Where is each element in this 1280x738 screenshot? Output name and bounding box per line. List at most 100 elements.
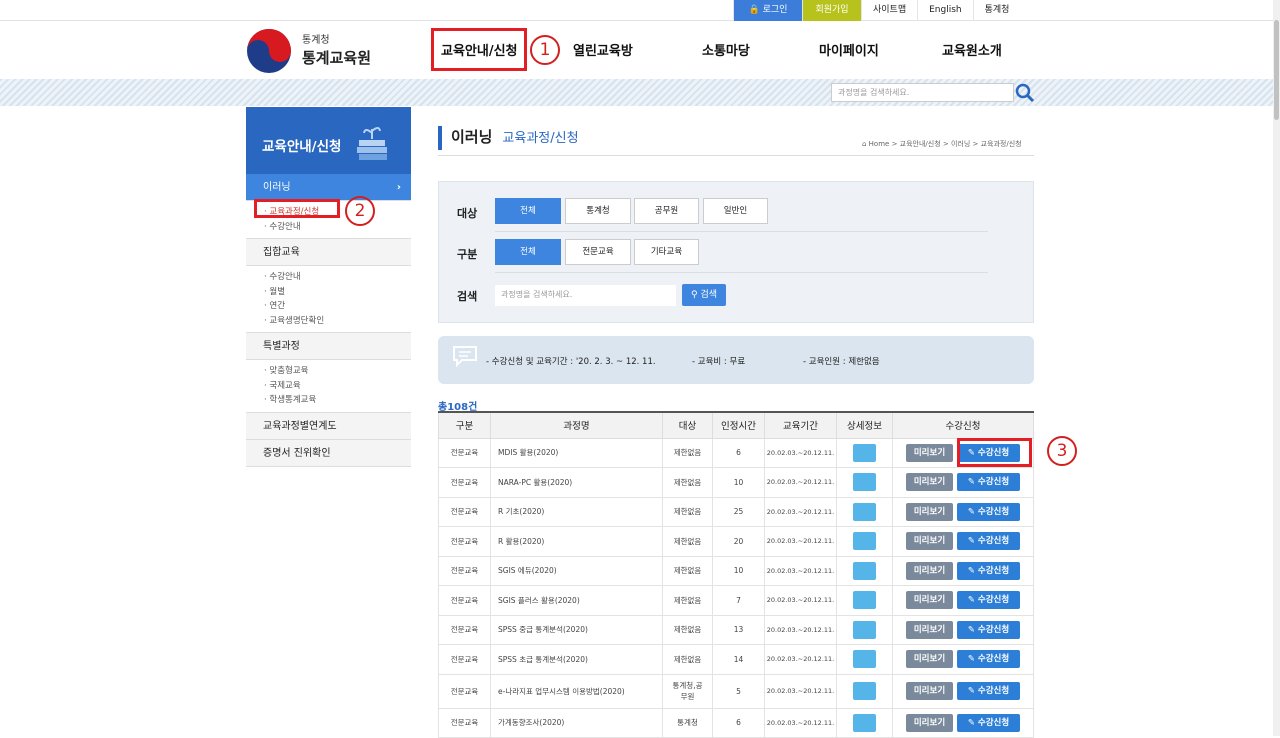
apply-button[interactable]: ✎ 수강신청 xyxy=(957,713,1020,732)
type-other-button[interactable]: 기타교육 xyxy=(634,239,699,265)
cell-period: 20.02.03.~20.12.11. xyxy=(764,555,837,586)
cell-actions: 미리보기 ✎ 수강신청 xyxy=(892,526,1034,557)
preview-button[interactable]: 미리보기 xyxy=(906,473,953,492)
login-link[interactable]: 🔒 로그인 xyxy=(733,0,802,21)
side-sub-item[interactable]: · 학생통계교육 xyxy=(264,393,411,408)
side-sub-item[interactable]: · 월별 xyxy=(264,285,411,300)
side-sub-item[interactable]: · 국제교육 xyxy=(264,379,411,394)
side-item-elearning[interactable]: 이러닝 › xyxy=(246,174,411,201)
highlight-box-apply xyxy=(957,438,1032,467)
preview-button[interactable]: 미리보기 xyxy=(906,561,953,580)
side-sub-item[interactable]: · 교육생명단확인 xyxy=(264,314,411,329)
target-official-button[interactable]: 공무원 xyxy=(634,198,699,224)
divider xyxy=(495,272,988,273)
list-detail-icon[interactable] xyxy=(853,502,876,521)
cell-period: 20.02.03.~20.12.11. xyxy=(764,496,837,527)
gnb-item-4[interactable]: 마이페이지 xyxy=(819,40,879,60)
type-all-button[interactable]: 전체 xyxy=(495,239,561,265)
scrollbar-thumb[interactable] xyxy=(1274,20,1279,120)
list-detail-icon[interactable] xyxy=(853,473,876,492)
cell-course-name[interactable]: e-나라지표 업무시스템 이용방법(2020) xyxy=(490,673,663,709)
cell-course-name[interactable]: 가계동향조사(2020) xyxy=(490,707,663,738)
stat-link[interactable]: 통계청 xyxy=(972,0,1021,21)
type-expert-button[interactable]: 전문교육 xyxy=(565,239,631,265)
top-search-input[interactable]: 과정명을 검색하세요. xyxy=(831,83,1014,102)
preview-button[interactable]: 미리보기 xyxy=(906,682,953,700)
table-row: 전문교육 SPSS 초급 통계분석(2020) 제한없음 14 20.02.03.~20… xyxy=(438,644,1034,675)
site-logo[interactable]: 통계청 통계교육원 xyxy=(246,28,371,74)
apply-button[interactable]: ✎ 수강신청 xyxy=(957,650,1020,669)
target-label: 대상 xyxy=(457,207,478,220)
cell-target: 제한없음 xyxy=(662,555,713,586)
cell-period: 20.02.03.~20.12.11. xyxy=(764,614,837,645)
preview-button[interactable]: 미리보기 xyxy=(906,620,953,639)
preview-button[interactable]: 미리보기 xyxy=(906,532,953,551)
sitemap-link[interactable]: 사이트맵 xyxy=(861,0,917,21)
cell-course-name[interactable]: NARA-PC 활용(2020) xyxy=(490,467,663,498)
english-link[interactable]: English xyxy=(917,0,973,21)
target-all-button[interactable]: 전체 xyxy=(495,198,561,224)
side-sub-guide[interactable]: · 수강안내 xyxy=(264,220,411,235)
preview-button[interactable]: 미리보기 xyxy=(906,591,953,610)
cell-detail xyxy=(836,555,893,586)
list-detail-icon[interactable] xyxy=(853,532,876,551)
table-row: 전문교육 가계동향조사(2020) 통계청 6 20.02.03.~20.12.11. 미… xyxy=(438,707,1034,738)
cell-hours: 20 xyxy=(712,526,765,557)
apply-button[interactable]: ✎ 수강신청 xyxy=(957,620,1020,639)
course-search-button[interactable]: ⚲ 검색 xyxy=(682,284,726,306)
highlight-box-gnb xyxy=(431,28,527,71)
cell-course-name[interactable]: SPSS 초급 통계분석(2020) xyxy=(490,644,663,675)
col-header: 교육기간 xyxy=(764,411,837,439)
marker-two: 2 xyxy=(345,196,375,226)
join-link[interactable]: 회원가입 xyxy=(802,0,861,21)
scrollbar[interactable] xyxy=(1273,0,1280,736)
target-stat-button[interactable]: 통계청 xyxy=(565,198,631,224)
cell-course-name[interactable]: R 기초(2020) xyxy=(490,496,663,527)
cell-detail xyxy=(836,437,893,468)
target-public-button[interactable]: 일반인 xyxy=(703,198,768,224)
side-item-cert[interactable]: 증명서 진위확인 xyxy=(246,439,411,467)
side-item-special[interactable]: 특별과정 xyxy=(246,333,411,360)
gnb-item-3[interactable]: 소통마당 xyxy=(702,40,750,60)
search-icon[interactable] xyxy=(1015,82,1035,104)
cell-course-name[interactable]: SGIS 에듀(2020) xyxy=(490,555,663,586)
cell-type: 전문교육 xyxy=(438,614,491,645)
filter-panel: 대상 전체 통계청 공무원 일반인 구분 전체 전문교육 기타교육 검색 과정명… xyxy=(438,181,1034,323)
page-title-sub: 교육과정/신청 xyxy=(502,131,579,146)
table-row: 전문교육 e-나라지표 업무시스템 이용방법(2020) 통계청,공무원 5 20.02… xyxy=(438,673,1034,709)
preview-button[interactable]: 미리보기 xyxy=(906,502,953,521)
cell-course-name[interactable]: SPSS 중급 통계분석(2020) xyxy=(490,614,663,645)
apply-button[interactable]: ✎ 수강신청 xyxy=(957,682,1020,700)
apply-button[interactable]: ✎ 수강신청 xyxy=(957,502,1020,521)
side-item-roadmap[interactable]: 교육과정별연계도 xyxy=(246,412,411,440)
gnb-item-2[interactable]: 열린교육방 xyxy=(573,40,633,60)
list-detail-icon[interactable] xyxy=(853,443,876,462)
apply-button[interactable]: ✎ 수강신청 xyxy=(957,561,1020,580)
side-sub-item[interactable]: · 수강안내 xyxy=(264,270,411,285)
list-detail-icon[interactable] xyxy=(853,620,876,639)
side-sub-item[interactable]: · 맞춤형교육 xyxy=(264,364,411,379)
list-detail-icon[interactable] xyxy=(853,591,876,610)
home-icon: ⌂ xyxy=(862,140,869,148)
preview-button[interactable]: 미리보기 xyxy=(906,713,953,732)
gnb-item-5[interactable]: 교육원소개 xyxy=(942,40,1002,60)
course-search-input[interactable]: 과정명을 검색하세요. xyxy=(495,285,676,306)
preview-button[interactable]: 미리보기 xyxy=(906,443,953,462)
apply-button[interactable]: ✎ 수강신청 xyxy=(957,532,1020,551)
side-item-group[interactable]: 집합교육 xyxy=(246,239,411,266)
cell-target: 제한없음 xyxy=(662,614,713,645)
cell-course-name[interactable]: MDIS 활용(2020) xyxy=(490,437,663,468)
list-detail-icon[interactable] xyxy=(853,561,876,580)
list-detail-icon[interactable] xyxy=(853,650,876,669)
cell-course-name[interactable]: SGIS 플러스 활용(2020) xyxy=(490,585,663,616)
side-sub-item[interactable]: · 연간 xyxy=(264,299,411,314)
cell-course-name[interactable]: R 활용(2020) xyxy=(490,526,663,557)
list-detail-icon[interactable] xyxy=(853,713,876,732)
apply-button[interactable]: ✎ 수강신청 xyxy=(957,591,1020,610)
cell-target: 통계청 xyxy=(662,707,713,738)
preview-button[interactable]: 미리보기 xyxy=(906,650,953,669)
cell-detail xyxy=(836,496,893,527)
table-row: 전문교육 SPSS 중급 통계분석(2020) 제한없음 13 20.02.03.~20… xyxy=(438,614,1034,645)
apply-button[interactable]: ✎ 수강신청 xyxy=(957,473,1020,492)
list-detail-icon[interactable] xyxy=(853,682,876,700)
